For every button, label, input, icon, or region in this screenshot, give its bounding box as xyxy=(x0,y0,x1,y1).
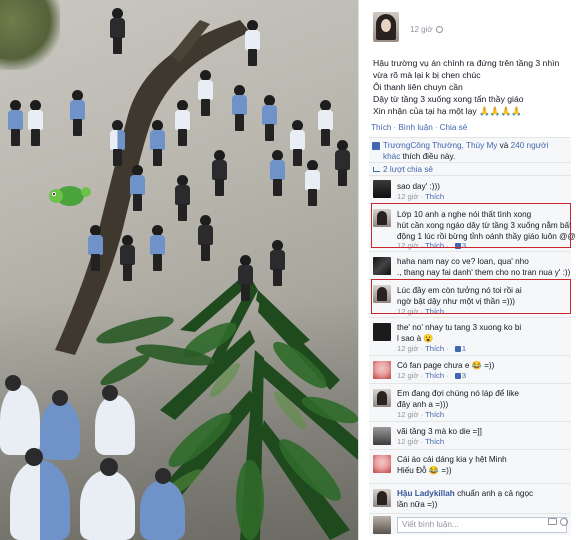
student-head xyxy=(5,375,21,391)
student-bottom xyxy=(40,400,80,460)
emoji-icon[interactable] xyxy=(560,518,568,526)
commenter-avatar[interactable] xyxy=(373,489,391,507)
turtle-sticker xyxy=(49,186,91,206)
student-head xyxy=(52,390,68,406)
like-thumb-icon xyxy=(454,346,461,352)
comment-like-link[interactable]: Thích xyxy=(425,371,444,380)
likers-names[interactable]: TrươngCông Thường, Thùy My xyxy=(383,141,497,150)
comment-item: Có fan page chưa e 😂 =)) 12 giờ · Thích … xyxy=(369,355,571,383)
commenter-avatar[interactable] xyxy=(373,455,391,473)
highlight-box xyxy=(371,203,571,248)
audience-icon xyxy=(435,26,443,33)
commenter-avatar[interactable] xyxy=(373,257,391,275)
student-bottom xyxy=(80,470,135,540)
post-timestamp[interactable]: 12 giờ xyxy=(410,25,443,34)
comment-input[interactable]: Viết bình luận... xyxy=(397,517,567,533)
comment-text: Hậu Ladykillah chuẩn anh ạ cả ngọc lần n… xyxy=(397,489,534,509)
post-text-line: Ôi thanh liên chuyn cần xyxy=(373,82,463,92)
student-head xyxy=(102,385,118,401)
comment-like-link[interactable]: Thích xyxy=(425,344,444,353)
like-thumb-icon xyxy=(372,142,380,150)
leaves-left xyxy=(96,316,215,386)
post-text: Hậu trường vụ án chính ra đứng trên tầng… xyxy=(373,57,571,117)
commenter-avatar[interactable] xyxy=(373,323,391,341)
viewer-avatar xyxy=(373,516,391,534)
comment-item: Hậu Ladykillah chuẩn anh ạ cả ngọc lần n… xyxy=(369,483,571,513)
student-bottom xyxy=(0,385,40,455)
highlight-box xyxy=(371,279,571,314)
comment-item: the' no' nhay tu tang 3 xuong ko bi l sa… xyxy=(369,317,571,355)
comment-text: Em đang đợi chúng nó láp để like đây anh… xyxy=(397,389,519,409)
student-bottom xyxy=(95,395,135,455)
like-link[interactable]: Thích xyxy=(371,123,391,132)
comment-like-link[interactable]: Thích xyxy=(425,437,444,446)
student-bottom xyxy=(140,480,185,540)
facebook-panel: 12 giờ Hậu trường vụ án chính ra đứng tr… xyxy=(358,0,576,540)
commenter-avatar[interactable] xyxy=(373,180,391,198)
student-bottom xyxy=(10,460,70,540)
comment-link[interactable]: Bình luận xyxy=(398,123,433,132)
comment-item: sao day' :))) 12 giờ · Thích xyxy=(369,175,571,203)
post-header: 12 giờ xyxy=(359,0,576,50)
commenter-avatar[interactable] xyxy=(373,361,391,379)
author-avatar[interactable] xyxy=(373,12,399,42)
comment-composer: Viết bình luận... xyxy=(369,513,571,535)
commenter-avatar[interactable] xyxy=(373,427,391,445)
comment-text: Cái áo cái dáng kia y hệt Minh Hiếu Đỗ 😂… xyxy=(397,455,507,475)
student-head xyxy=(100,458,118,476)
share-icon xyxy=(373,167,380,172)
post-actions: Thích · Bình luận · Chia sẻ xyxy=(371,123,468,132)
comment-like-link[interactable]: Thích xyxy=(425,410,444,419)
comment-item: Cái áo cái dáng kia y hệt Minh Hiếu Đỗ 😂… xyxy=(369,449,571,483)
comment-text: haha nam nay co ve? loan, qua' nho ., th… xyxy=(397,257,571,277)
camera-icon[interactable] xyxy=(548,518,557,525)
student-head xyxy=(155,468,171,484)
shares-count[interactable]: 2 lượt chia sẻ xyxy=(369,162,571,175)
share-link[interactable]: Chia sẻ xyxy=(440,123,468,132)
student-head xyxy=(25,448,43,466)
post-text-line: Hậu trường vụ án chính ra đứng trên tầng… xyxy=(373,58,560,68)
comment-item: Em đang đợi chúng nó láp để like đây anh… xyxy=(369,383,571,421)
post-text-line: Xin nhận của tại hạ một lạy 🙏🙏🙏🙏 xyxy=(373,106,522,116)
comment-list: sao day' :))) 12 giờ · Thích Lớp 10 anh … xyxy=(369,175,576,513)
comment-like-link[interactable]: Thích xyxy=(425,192,444,201)
like-thumb-icon xyxy=(454,373,461,379)
comment-item: haha nam nay co ve? loan, qua' nho ., th… xyxy=(369,251,571,279)
comment-text: the' no' nhay tu tang 3 xuong ko bi l sa… xyxy=(397,323,522,343)
commenter-avatar[interactable] xyxy=(373,389,391,407)
post-text-line: Dậy từ tầng 3 xuống xong tẩn thầy giáo xyxy=(373,94,524,104)
likes-summary: TrươngCông Thường, Thùy My và 240 người … xyxy=(369,137,571,162)
post-photo[interactable] xyxy=(0,0,358,540)
comment-item: vãi tầng 3 mà ko die =]] 12 giờ · Thích xyxy=(369,421,571,449)
post-text-line: vừa rõ mà lại k bị chen chúc xyxy=(373,70,481,80)
comment-tag-name[interactable]: Hậu Ladykillah xyxy=(397,489,455,498)
